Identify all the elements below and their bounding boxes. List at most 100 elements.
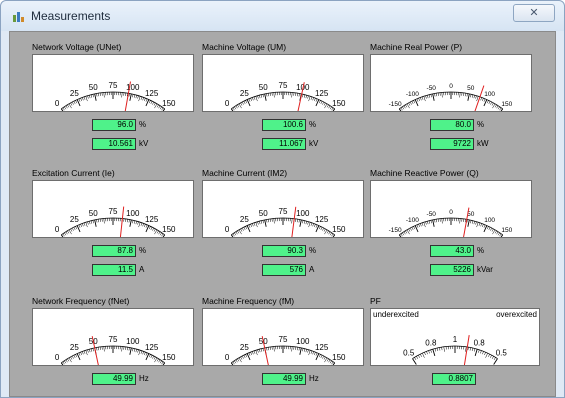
minor-tick bbox=[75, 226, 78, 230]
scale-label: 100 bbox=[296, 209, 310, 218]
minor-tick bbox=[328, 105, 331, 109]
scale-label: 125 bbox=[145, 343, 159, 352]
scale-label: 50 bbox=[259, 209, 268, 218]
minor-tick bbox=[480, 97, 482, 101]
minor-tick bbox=[62, 361, 65, 365]
minor-tick bbox=[488, 354, 490, 357]
minor-tick bbox=[496, 105, 499, 109]
value-readout: 11.5 bbox=[92, 264, 136, 276]
scale-label: 1 bbox=[453, 335, 458, 344]
minor-tick bbox=[428, 94, 431, 98]
minor-tick bbox=[144, 352, 146, 356]
minor-tick bbox=[492, 103, 496, 109]
minor-tick bbox=[121, 346, 123, 352]
minor-tick bbox=[424, 352, 426, 356]
minor-tick bbox=[243, 355, 246, 358]
major-tick bbox=[129, 93, 132, 101]
scale-label: 0.8 bbox=[425, 339, 437, 348]
minor-tick bbox=[92, 220, 94, 224]
minor-tick bbox=[238, 357, 242, 363]
minor-tick bbox=[266, 347, 268, 351]
scale-label: 0.5 bbox=[496, 349, 508, 358]
minor-tick bbox=[142, 351, 144, 355]
gauge-dial: 0255075100125150 bbox=[55, 81, 176, 111]
close-button[interactable]: ✕ bbox=[513, 4, 555, 22]
gauge: 0255075100125150 bbox=[202, 308, 364, 366]
minor-tick bbox=[476, 222, 479, 228]
minor-tick bbox=[68, 357, 72, 363]
minor-tick bbox=[305, 221, 307, 225]
minor-tick bbox=[464, 219, 466, 223]
scale-label: 25 bbox=[70, 343, 79, 352]
minor-tick bbox=[250, 98, 252, 102]
minor-tick bbox=[486, 226, 489, 230]
minor-tick bbox=[491, 228, 494, 232]
minor-tick bbox=[478, 349, 480, 353]
minor-tick bbox=[89, 221, 91, 225]
minor-tick bbox=[318, 354, 321, 358]
minor-tick bbox=[291, 218, 293, 224]
minor-tick bbox=[492, 229, 496, 235]
minor-tick bbox=[328, 359, 331, 363]
minor-tick bbox=[248, 224, 251, 228]
minor-tick bbox=[72, 355, 74, 359]
scale-label: 0 bbox=[55, 353, 60, 362]
minor-tick bbox=[235, 105, 238, 109]
minor-tick bbox=[234, 360, 237, 364]
minor-tick bbox=[248, 352, 251, 356]
scale-label: -150 bbox=[389, 227, 402, 234]
gauge-dial: 0255075100125150 bbox=[225, 335, 346, 365]
panel-title: PF bbox=[370, 296, 381, 306]
minor-tick bbox=[158, 359, 161, 363]
minor-tick bbox=[475, 95, 477, 99]
minor-tick bbox=[252, 223, 254, 227]
gauge: -150 -100 -50 0 50 100 150 bbox=[370, 54, 532, 112]
scale-label: 0 bbox=[55, 99, 60, 108]
gauge: 0255075100125150 bbox=[32, 308, 194, 366]
scale-label: 100 bbox=[484, 91, 495, 98]
value-unit: % bbox=[309, 246, 317, 255]
minor-tick bbox=[434, 219, 436, 223]
minor-tick bbox=[145, 224, 148, 228]
major-tick bbox=[162, 362, 166, 365]
minor-tick bbox=[96, 347, 98, 351]
minor-tick bbox=[475, 221, 477, 225]
major-tick bbox=[94, 219, 97, 227]
minor-tick bbox=[90, 94, 93, 98]
minor-tick bbox=[73, 101, 76, 104]
minor-tick bbox=[262, 220, 264, 224]
minor-tick bbox=[240, 228, 243, 232]
minor-tick bbox=[326, 358, 329, 362]
minor-tick bbox=[470, 94, 472, 98]
minor-tick bbox=[494, 230, 497, 234]
minor-tick bbox=[328, 231, 331, 235]
minor-tick bbox=[298, 93, 300, 97]
scale-label: 50 bbox=[89, 209, 98, 218]
title-bar[interactable]: Measurements ✕ bbox=[1, 1, 564, 31]
scale-label: 150 bbox=[162, 225, 176, 234]
minor-tick bbox=[238, 229, 242, 235]
minor-tick bbox=[235, 359, 238, 363]
minor-tick bbox=[480, 223, 482, 227]
minor-tick bbox=[480, 350, 482, 354]
panel-machine-real-power: Machine Real Power (P) -150 -100 -50 0 50 100… bbox=[370, 42, 533, 154]
value-unit: % bbox=[477, 120, 485, 129]
minor-tick bbox=[291, 92, 293, 98]
minor-tick bbox=[320, 355, 323, 358]
minor-tick bbox=[67, 358, 70, 362]
value-readout: 0.8807 bbox=[432, 373, 476, 385]
panel-power-factor: PF 0.5 0.8 1 0.8 0.5 underexcited overexcite… bbox=[370, 296, 542, 391]
minor-tick bbox=[423, 222, 426, 228]
minor-tick bbox=[253, 96, 256, 100]
minor-tick bbox=[152, 101, 154, 105]
minor-tick bbox=[303, 220, 306, 224]
minor-tick bbox=[80, 98, 82, 102]
major-tick bbox=[467, 219, 470, 227]
minor-tick bbox=[72, 101, 74, 105]
minor-tick bbox=[471, 94, 474, 98]
minor-tick bbox=[490, 101, 492, 105]
minor-tick bbox=[473, 348, 476, 352]
value-readout: 10.561 bbox=[92, 138, 136, 150]
minor-tick bbox=[133, 94, 136, 98]
scale-label: 75 bbox=[279, 81, 288, 90]
